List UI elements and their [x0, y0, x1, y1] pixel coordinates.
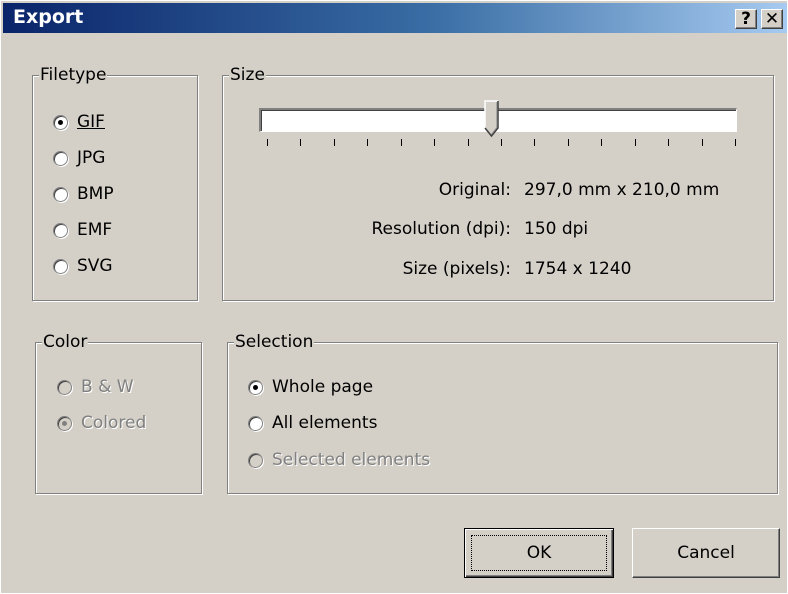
ok-button[interactable]: OK — [464, 528, 614, 578]
slider-tick — [601, 139, 602, 146]
radio-indicator — [248, 415, 263, 431]
filetype-jpg-label: JPG — [77, 148, 106, 168]
original-value: 297,0 mm x 210,0 mm — [524, 180, 720, 200]
title-bar[interactable]: Export ? ✕ — [3, 3, 787, 33]
radio-indicator — [53, 186, 68, 202]
color-colored-radio[interactable]: Colored — [57, 413, 146, 433]
radio-indicator — [53, 150, 68, 166]
slider-tick — [267, 139, 268, 146]
slider-tick — [300, 139, 301, 146]
filetype-emf-radio[interactable]: EMF — [53, 220, 112, 240]
resolution-row: Resolution (dpi): 150 dpi — [221, 219, 588, 239]
dialog-title: Export — [13, 6, 84, 28]
radio-indicator — [53, 114, 68, 130]
selection-all-elements-label: All elements — [272, 413, 378, 433]
color-colored-label: Colored — [81, 413, 147, 433]
filetype-jpg-radio[interactable]: JPG — [53, 148, 105, 168]
filetype-bmp-radio[interactable]: BMP — [53, 184, 114, 204]
radio-indicator — [57, 415, 72, 431]
color-bw-label: B & W — [81, 377, 134, 397]
color-bw-radio[interactable]: B & W — [57, 377, 134, 397]
slider-tick — [468, 139, 469, 146]
original-label: Original: — [438, 180, 511, 200]
size-legend: Size — [229, 65, 266, 85]
selection-selected-elements-radio[interactable]: Selected elements — [248, 450, 430, 470]
radio-indicator — [53, 258, 68, 274]
filetype-gif-label: GIF — [77, 112, 105, 132]
slider-tick — [401, 139, 402, 146]
cancel-button[interactable]: Cancel — [632, 528, 780, 578]
radio-indicator — [53, 222, 68, 238]
radio-indicator — [248, 379, 263, 395]
filetype-bmp-label: BMP — [77, 184, 114, 204]
filetype-emf-label: EMF — [77, 220, 113, 240]
pixels-label: Size (pixels): — [402, 259, 511, 279]
filetype-gif-radio[interactable]: GIF — [53, 112, 105, 132]
slider-tick — [501, 139, 502, 146]
slider-tick — [434, 139, 435, 146]
cancel-button-label: Cancel — [677, 543, 735, 563]
selection-all-elements-radio[interactable]: All elements — [248, 413, 377, 433]
selection-whole-page-radio[interactable]: Whole page — [248, 377, 373, 397]
close-icon: ✕ — [764, 9, 780, 29]
slider-tick — [702, 139, 703, 146]
filetype-svg-label: SVG — [77, 256, 113, 276]
close-button[interactable]: ✕ — [761, 9, 783, 29]
slider-ticks — [259, 139, 737, 149]
selection-selected-elements-label: Selected elements — [272, 450, 431, 470]
slider-tick — [367, 139, 368, 146]
slider-tick — [635, 139, 636, 146]
pixels-value: 1754 x 1240 — [524, 259, 632, 279]
radio-indicator — [57, 379, 72, 395]
slider-tick — [534, 139, 535, 146]
help-button[interactable]: ? — [735, 9, 757, 29]
slider-tick — [334, 139, 335, 146]
filetype-legend: Filetype — [39, 65, 108, 85]
selection-legend: Selection — [234, 332, 315, 352]
resolution-label: Resolution (dpi): — [371, 219, 511, 239]
slider-tick — [668, 139, 669, 146]
radio-indicator — [248, 452, 263, 468]
color-legend: Color — [42, 332, 89, 352]
pixels-row: Size (pixels): 1754 x 1240 — [221, 259, 632, 279]
focus-rectangle — [471, 535, 607, 571]
size-slider-thumb[interactable] — [484, 100, 500, 138]
original-row: Original: 297,0 mm x 210,0 mm — [221, 180, 720, 200]
filetype-svg-radio[interactable]: SVG — [53, 256, 113, 276]
resolution-value: 150 dpi — [524, 219, 589, 239]
slider-tick — [568, 139, 569, 146]
slider-tick — [735, 139, 736, 146]
selection-whole-page-label: Whole page — [272, 377, 374, 397]
export-dialog: Export ? ✕ Filetype GIF JPG BMP EMF SVG … — [0, 0, 788, 594]
